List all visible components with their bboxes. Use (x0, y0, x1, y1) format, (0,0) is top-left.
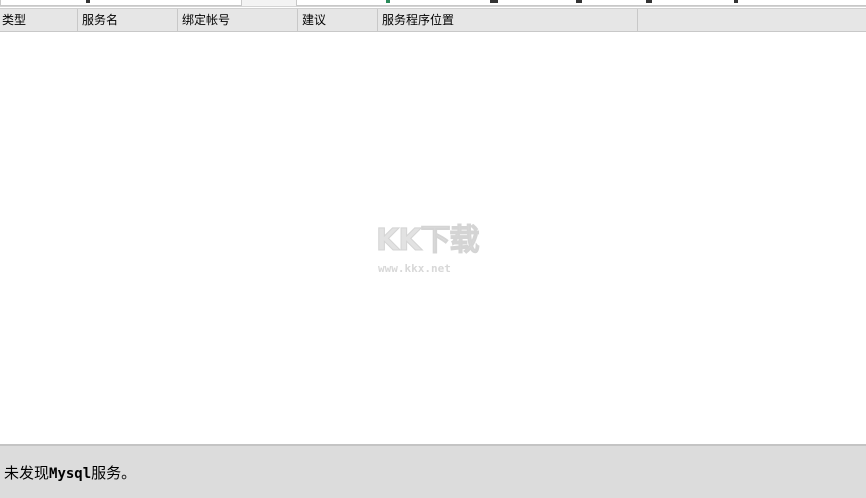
column-header-advice[interactable]: 建议 (298, 9, 378, 32)
column-header-location[interactable]: 服务程序位置 (378, 9, 638, 32)
status-keyword: Mysql (49, 466, 92, 482)
toolbar-mark (646, 0, 652, 3)
service-list[interactable] (0, 32, 866, 444)
toolbar-mark (576, 0, 582, 3)
column-header-service-name[interactable]: 服务名 (78, 9, 178, 32)
column-header-type[interactable]: 类型 (0, 9, 78, 32)
status-suffix: 服务。 (91, 464, 137, 482)
toolbar-mark (86, 0, 90, 3)
toolbar-mark (734, 0, 738, 3)
toolbar-mark (386, 0, 390, 3)
main-window: 类型 服务名 绑定帐号 建议 服务程序位置 KK下载 www.kkx.net 未… (0, 0, 866, 498)
toolbar-mark (490, 0, 498, 3)
status-message: 未发现Mysql服务。 (4, 462, 136, 483)
column-header: 类型 服务名 绑定帐号 建议 服务程序位置 (0, 8, 866, 32)
column-header-account[interactable]: 绑定帐号 (178, 9, 298, 32)
status-panel: 未发现Mysql服务。 (0, 444, 866, 498)
column-header-filler (638, 9, 866, 32)
toolbar-strip (0, 0, 866, 7)
toolbar-input-left[interactable] (0, 0, 242, 6)
status-prefix: 未发现 (4, 464, 50, 482)
